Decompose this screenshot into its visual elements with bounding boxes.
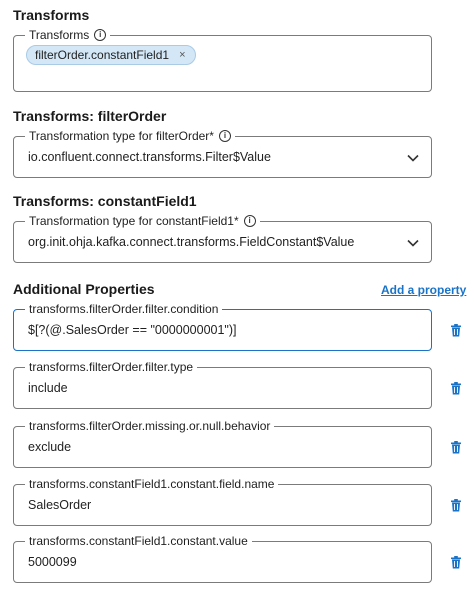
trash-icon[interactable] xyxy=(450,382,462,395)
additional-properties-title: Additional Properties xyxy=(13,281,155,297)
filter-order-type-select[interactable]: Transformation type for filterOrder* i i… xyxy=(13,128,432,178)
property-field-filter-type[interactable]: transforms.filterOrder.filter.type inclu… xyxy=(13,359,432,409)
property-label: transforms.filterOrder.missing.or.null.b… xyxy=(25,418,275,434)
property-value: exclude xyxy=(28,440,72,454)
info-icon[interactable]: i xyxy=(94,29,107,41)
transforms-field[interactable]: Transforms i filterOrder.constantField1 … xyxy=(13,27,432,92)
transforms-label-text: Transforms xyxy=(29,28,90,42)
info-icon[interactable]: i xyxy=(243,215,256,227)
chevron-down-icon[interactable] xyxy=(407,239,419,247)
filter-order-type-value: io.confluent.connect.transforms.Filter$V… xyxy=(28,150,271,164)
property-field-missing-null-behavior[interactable]: transforms.filterOrder.missing.or.null.b… xyxy=(13,418,432,468)
constant-field-type-value: org.init.ohja.kafka.connect.transforms.F… xyxy=(28,235,355,249)
chip-remove-icon[interactable]: × xyxy=(179,46,185,64)
property-field-constant-field-name[interactable]: transforms.constantField1.constant.field… xyxy=(13,476,432,526)
property-value: $[?(@.SalesOrder == "0000000001")] xyxy=(28,323,237,337)
property-field-constant-value[interactable]: transforms.constantField1.constant.value… xyxy=(13,533,432,583)
filter-order-section-title: Transforms: filterOrder xyxy=(13,108,167,124)
property-label-text: transforms.constantField1.constant.field… xyxy=(29,477,275,491)
property-label-text: transforms.filterOrder.filter.condition xyxy=(29,302,219,316)
transform-chip-label: filterOrder.constantField1 xyxy=(35,48,170,62)
property-label-text: transforms.filterOrder.missing.or.null.b… xyxy=(29,419,271,433)
trash-icon[interactable] xyxy=(450,324,462,337)
property-label: transforms.filterOrder.filter.type xyxy=(25,359,198,375)
trash-icon[interactable] xyxy=(450,441,462,454)
add-property-link[interactable]: Add a property xyxy=(381,283,466,297)
transform-chip[interactable]: filterOrder.constantField1 × xyxy=(26,45,196,65)
property-label-text: transforms.filterOrder.filter.type xyxy=(29,360,194,374)
chevron-down-icon[interactable] xyxy=(407,154,419,162)
property-label: transforms.constantField1.constant.value xyxy=(25,533,252,549)
transforms-section-title: Transforms xyxy=(13,7,90,23)
property-label-text: transforms.constantField1.constant.value xyxy=(29,534,248,548)
constant-field-type-label: Transformation type for constantField1* … xyxy=(25,213,260,229)
property-label: transforms.constantField1.constant.field… xyxy=(25,476,279,492)
filter-order-label-text: Transformation type for filterOrder* xyxy=(29,129,214,143)
property-value: include xyxy=(28,381,68,395)
property-label: transforms.filterOrder.filter.condition xyxy=(25,301,223,317)
constant-field-type-select[interactable]: Transformation type for constantField1* … xyxy=(13,213,432,263)
property-value: 5000099 xyxy=(28,555,77,569)
constant-field-section-title: Transforms: constantField1 xyxy=(13,193,197,209)
filter-order-type-label: Transformation type for filterOrder* i xyxy=(25,128,235,144)
property-value: SalesOrder xyxy=(28,498,92,512)
transforms-field-label: Transforms i xyxy=(25,27,111,43)
constant-field-label-text: Transformation type for constantField1* xyxy=(29,214,239,228)
trash-icon[interactable] xyxy=(450,499,462,512)
trash-icon[interactable] xyxy=(450,556,462,569)
property-field-filter-condition[interactable]: transforms.filterOrder.filter.condition … xyxy=(13,301,432,351)
info-icon[interactable]: i xyxy=(218,130,231,142)
